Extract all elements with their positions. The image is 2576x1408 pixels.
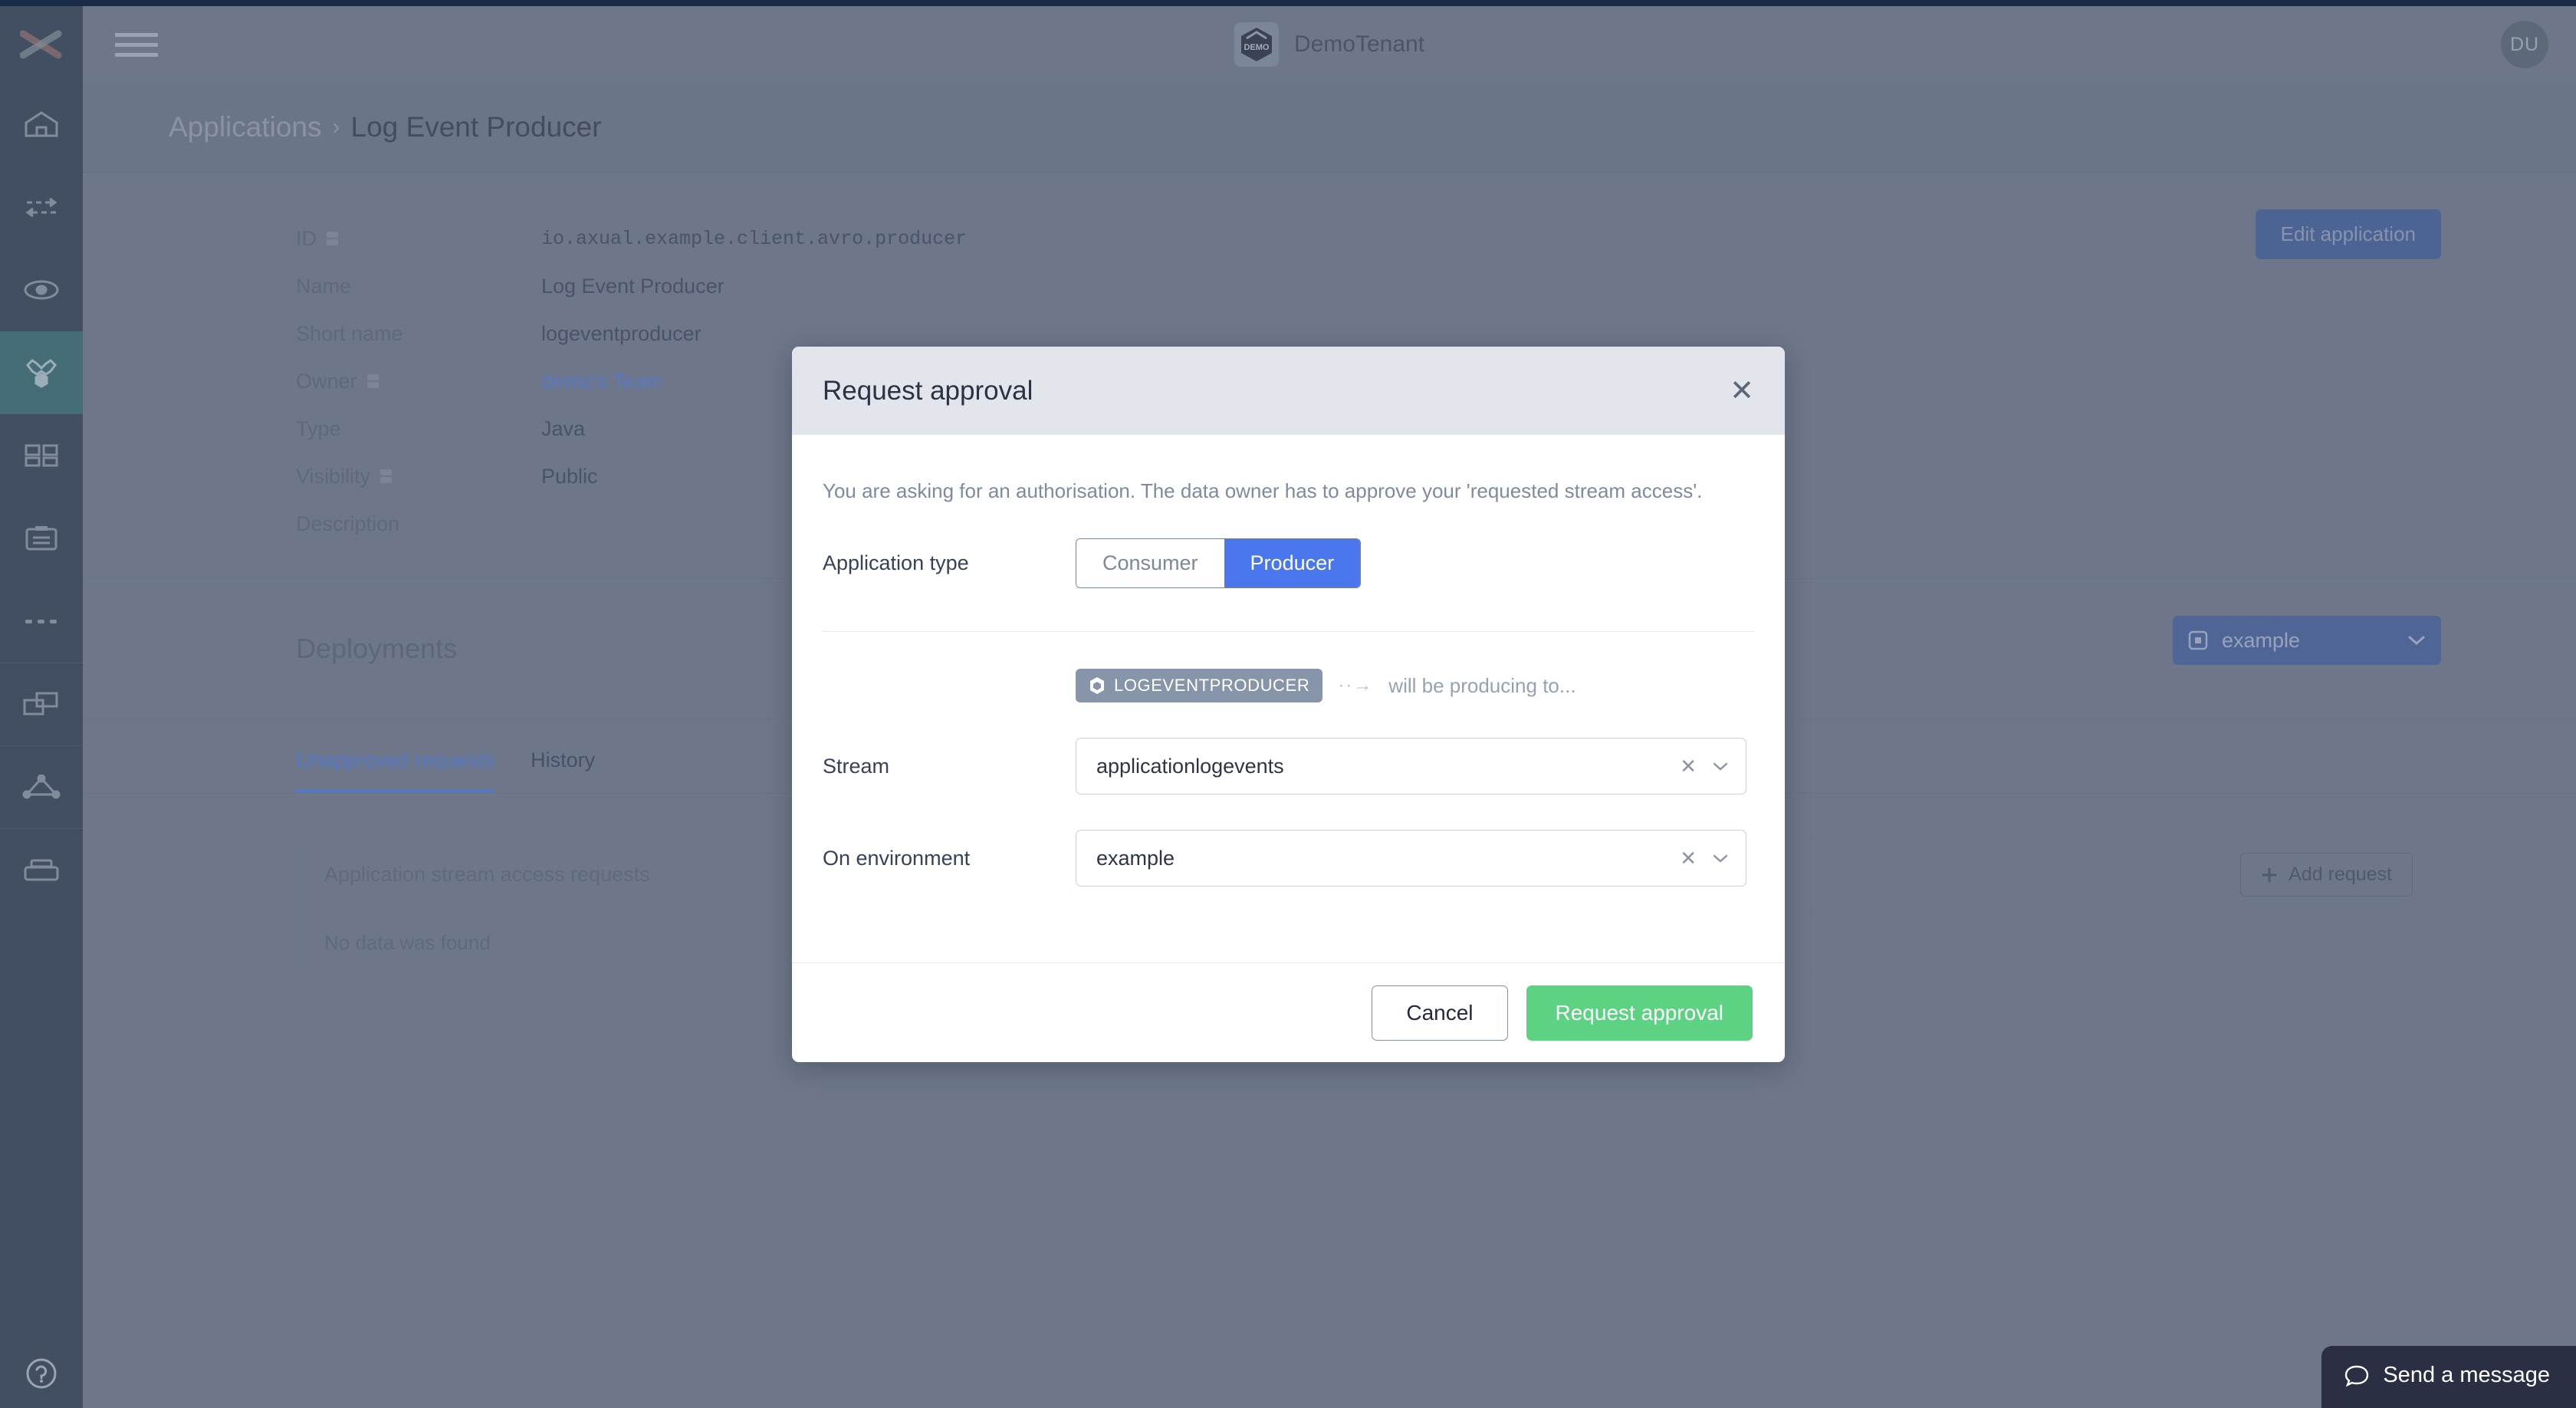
top-header: DEMO DemoTenant DU	[83, 6, 2576, 83]
stream-row: Stream applicationlogevents ✕	[823, 738, 1754, 794]
application-type-row: Application type Consumer Producer	[823, 538, 1754, 588]
cancel-button[interactable]: Cancel	[1372, 985, 1508, 1041]
environment-select[interactable]: example ✕	[1076, 830, 1746, 887]
deployments-title: Deployments	[296, 633, 458, 664]
toggle-option-producer[interactable]: Producer	[1224, 539, 1361, 587]
send-a-message-button[interactable]: Send a message	[2321, 1346, 2576, 1408]
tenant-identity[interactable]: DEMO DemoTenant	[1234, 22, 1424, 67]
breadcrumb-parent[interactable]: Applications	[169, 111, 322, 143]
svg-text:DEMO: DEMO	[1244, 43, 1269, 52]
breadcrumb-separator: ›	[332, 114, 340, 140]
tenant-name: DemoTenant	[1293, 31, 1425, 57]
toggle-option-consumer[interactable]: Consumer	[1076, 539, 1224, 587]
chevron-down-icon[interactable]	[1712, 853, 1729, 864]
environment-icon	[2188, 630, 2208, 650]
flow-note: will be producing to...	[1388, 673, 1576, 697]
stream-value: applicationlogevents	[1096, 754, 1284, 778]
breadcrumb-bar: Applications › Log Event Producer	[83, 83, 2576, 173]
detail-value: io.axual.example.client.avro.producer	[541, 227, 968, 250]
detail-row: Name Log Event Producer	[83, 262, 2576, 310]
modal-body: You are asking for an authorisation. The…	[792, 435, 1785, 962]
detail-label: Visibility	[296, 464, 371, 488]
sidebar-item-home[interactable]	[0, 83, 83, 166]
detail-value: Public	[541, 464, 598, 488]
flow-summary: LOGEVENTPRODUCER ··→ will be producing t…	[1076, 669, 1754, 702]
request-approval-modal: Request approval ✕ You are asking for an…	[792, 347, 1785, 1062]
clear-x-icon[interactable]: ✕	[1680, 847, 1697, 870]
left-sidebar	[0, 6, 83, 1408]
detail-value: Java	[541, 416, 586, 440]
table-title: Application stream access requests	[324, 863, 650, 886]
plus-icon	[2262, 867, 2277, 882]
top-accent-strip	[0, 0, 2576, 6]
hamburger-icon[interactable]	[115, 23, 158, 66]
sidebar-item-exchange[interactable]	[0, 166, 83, 248]
close-icon[interactable]: ✕	[1730, 377, 1754, 406]
tab-history[interactable]: History	[531, 748, 595, 793]
environment-selector[interactable]: example	[2173, 616, 2441, 665]
application-type-label: Application type	[823, 551, 969, 574]
table-empty-text: No data was found	[324, 930, 491, 954]
add-request-button[interactable]: Add request	[2240, 853, 2413, 896]
help-button[interactable]	[0, 1356, 83, 1391]
environment-label: On environment	[823, 846, 971, 870]
environment-value: example	[2222, 628, 2301, 652]
detail-label: ID	[296, 226, 317, 250]
detail-value-owner-link[interactable]: demo's Team	[541, 370, 663, 393]
chat-bubble-icon	[2345, 1365, 2369, 1387]
breadcrumb: Applications › Log Event Producer	[169, 111, 602, 143]
application-hex-icon	[1090, 677, 1104, 694]
application-badge: LOGEVENTPRODUCER	[1076, 669, 1323, 702]
edit-application-button[interactable]: Edit application	[2255, 209, 2441, 259]
add-request-label: Add request	[2288, 864, 2392, 885]
detail-row: ID io.axual.example.client.avro.producer	[83, 215, 2576, 262]
sidebar-item-streams[interactable]	[0, 248, 83, 331]
stream-select[interactable]: applicationlogevents ✕	[1076, 738, 1746, 794]
info-icon[interactable]	[380, 469, 393, 484]
detail-label: Description	[296, 512, 400, 535]
environment-value: example	[1096, 846, 1175, 870]
sidebar-item-schemas[interactable]	[0, 497, 83, 580]
chat-label: Send a message	[2383, 1363, 2550, 1387]
detail-label: Owner	[296, 369, 357, 393]
sidebar-item-more[interactable]	[0, 580, 83, 663]
chevron-down-icon	[2408, 636, 2425, 646]
sidebar-item-dashboard[interactable]	[0, 414, 83, 497]
sidebar-item-environments[interactable]	[0, 663, 83, 745]
axual-logo[interactable]	[0, 6, 83, 83]
app-root: DEMO DemoTenant DU Applications › Log Ev…	[0, 0, 2576, 1408]
modal-header: Request approval ✕	[792, 347, 1785, 435]
detail-label: Type	[296, 416, 341, 440]
flow-arrow-icon: ··→	[1338, 675, 1374, 696]
sidebar-item-applications[interactable]	[0, 331, 83, 414]
sidebar-item-instances[interactable]	[0, 828, 83, 911]
stream-label: Stream	[823, 754, 890, 778]
tenant-logo: DEMO	[1234, 22, 1279, 67]
application-badge-label: LOGEVENTPRODUCER	[1114, 676, 1310, 695]
request-approval-button[interactable]: Request approval	[1526, 985, 1753, 1041]
environment-row: On environment example ✕	[823, 830, 1754, 887]
tab-unapproved-requests[interactable]: Unapproved requests	[296, 748, 495, 793]
modal-title: Request approval	[823, 375, 1033, 406]
application-type-toggle: Consumer Producer	[1076, 538, 1362, 588]
avatar[interactable]: DU	[2501, 21, 2548, 68]
clear-x-icon[interactable]: ✕	[1680, 755, 1697, 778]
modal-footer: Cancel Request approval	[792, 962, 1785, 1062]
detail-label: Short name	[296, 321, 403, 345]
page-title: Log Event Producer	[350, 111, 602, 143]
detail-value: logeventproducer	[541, 321, 702, 345]
detail-label: Name	[296, 274, 352, 298]
modal-note: You are asking for an authorisation. The…	[823, 479, 1703, 502]
sidebar-item-clusters[interactable]	[0, 745, 83, 828]
info-icon[interactable]	[366, 373, 380, 389]
detail-value: Log Event Producer	[541, 274, 724, 298]
chevron-down-icon[interactable]	[1712, 761, 1729, 771]
modal-divider	[823, 631, 1754, 632]
info-icon[interactable]	[326, 231, 339, 246]
